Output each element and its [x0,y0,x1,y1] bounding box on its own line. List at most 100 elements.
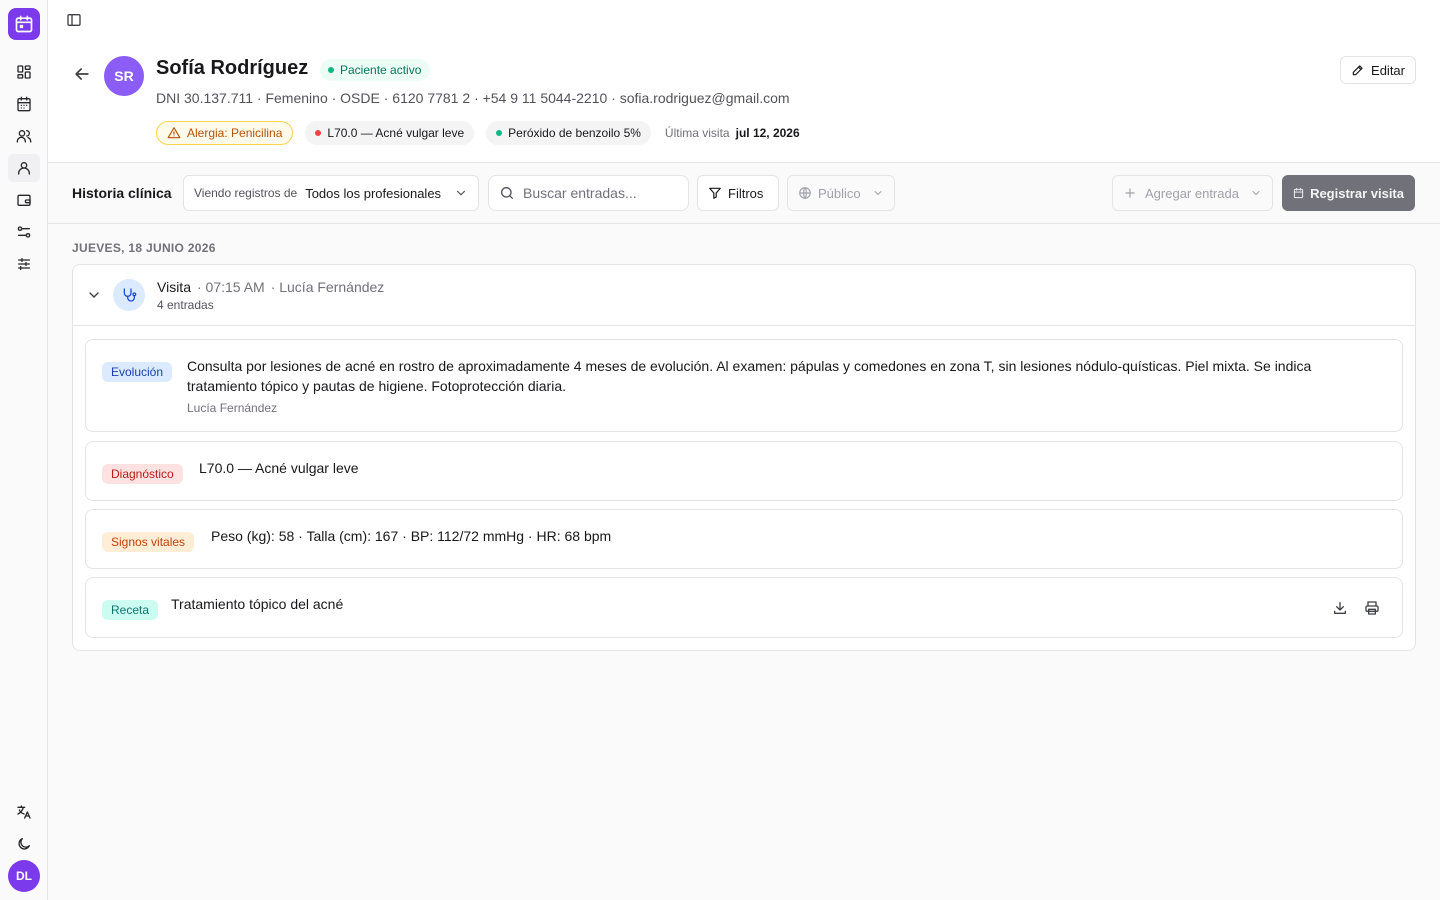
panel-left-icon [67,14,81,26]
calendar-icon [1293,187,1304,199]
sidebar: DL [0,0,48,900]
patient-header: SR Sofía Rodríguez Paciente activo DNI 3… [48,40,1440,163]
diagnosis-dot [315,130,322,136]
register-visit-label: Registrar visita [1310,185,1404,201]
nav-billing[interactable] [14,190,34,210]
dashboard-icon [17,65,31,79]
allergy-label: Alergia: Penicilina [187,126,283,140]
filter-icon [709,187,721,199]
visit-summary: Visita · 07:15 AM · Lucía Fernández [157,279,384,295]
visit-time: · 07:15 AM [196,279,265,295]
chevron-down-icon [874,191,882,196]
patient-status-badge: Paciente activo [320,59,431,81]
theme-toggle[interactable] [14,834,34,854]
nav-workflows[interactable] [14,222,34,242]
entry-signos-vitales: Signos vitales Peso (kg): 58 · Talla (cm… [85,509,1403,569]
professional-select-value: Todos los profesionales [305,185,442,201]
visit-professional: · Lucía Fernández [270,279,385,295]
entry-text: L70.0 — Acné vulgar leve [199,460,359,476]
app-logo[interactable] [8,8,40,40]
professional-select[interactable]: Viendo registros de Todos los profesiona… [183,175,479,211]
register-visit-button[interactable]: Registrar visita [1282,175,1415,211]
medication-dot [496,130,503,136]
allergy-chip: Alergia: Penicilina [156,121,294,145]
user-avatar[interactable]: DL [8,860,40,892]
users-icon [16,130,32,143]
arrow-left-icon [75,68,89,80]
last-visit-value: jul 12, 2026 [735,126,800,140]
nav-patients[interactable] [14,126,34,146]
chevron-down-icon [89,292,99,298]
entry-tag: Receta [102,600,159,620]
add-entry-label: Agregar entrada [1145,185,1239,201]
entry-evolucion: Evolución Consulta por lesiones de acné … [85,339,1403,432]
status-dot [328,67,334,73]
patient-avatar: SR [104,56,144,96]
last-visit-label: Última visita [664,126,730,140]
entry-author: Lucía Fernández [187,401,278,415]
visit-card: Visita · 07:15 AM · Lucía Fernández 4 en… [72,264,1416,651]
add-entry-button[interactable]: Agregar entrada [1112,175,1273,211]
collapse-toggle[interactable] [86,287,102,303]
patient-name: Sofía Rodríguez [156,57,309,79]
history-toolbar: Historia clínica Viendo registros de Tod… [48,163,1440,224]
download-button[interactable] [1332,600,1348,616]
workflow-icon [17,226,31,238]
medication-chip-label: Peróxido de benzoilo 5% [508,126,641,140]
diagnosis-chip: L70.0 — Acné vulgar leve [305,121,475,145]
warning-icon [167,127,181,139]
sidebar-toggle-button[interactable] [66,12,82,28]
wallet-icon [17,194,31,206]
visit-entry-count: 4 entradas [157,298,214,312]
visit-type-badge [113,279,145,311]
globe-icon [799,187,811,199]
professional-select-label: Viendo registros de [194,186,298,200]
clinical-history: Historia clínica Viendo registros de Tod… [48,163,1440,900]
edit-button[interactable]: Editar [1340,56,1416,84]
plus-icon [1125,188,1135,198]
printer-icon [1365,601,1379,615]
calendar-logo-icon [15,15,33,33]
visit-type: Visita [157,279,191,295]
search-input[interactable] [523,185,673,201]
patient-details: DNI 30.137.711 · Femenino · OSDE · 6120 … [156,90,790,106]
stethoscope-icon [123,288,137,302]
entry-tag: Evolución [102,362,173,382]
filters-label: Filtros [728,185,764,201]
medication-chip: Peróxido de benzoilo 5% [486,121,651,145]
sliders-icon [18,258,30,270]
entry-tag: Diagnóstico [102,464,183,484]
last-visit: Última visita jul 12, 2026 [665,126,800,140]
entry-text: Peso (kg): 58 · Talla (cm): 167 · BP: 11… [211,528,612,544]
nav-calendar[interactable] [14,94,34,114]
entry-text: Tratamiento tópico del acné [171,596,344,612]
entry-receta: Receta Tratamiento tópico del acné [85,577,1403,638]
nav-settings[interactable] [14,254,34,274]
entry-text: Consulta por lesiones de acné en rostro … [187,358,1312,394]
entry-tag: Signos vitales [102,532,195,552]
patient-chips: Alergia: Penicilina L70.0 — Acné vulgar … [156,121,800,145]
search-icon [501,187,513,199]
chevron-down-icon [1252,191,1260,196]
calendar-icon [17,96,31,112]
visit-header[interactable]: Visita · 07:15 AM · Lucía Fernández 4 en… [73,265,1415,326]
diagnosis-chip-label: L70.0 — Acné vulgar leve [327,126,465,140]
pencil-icon [1352,65,1363,76]
download-icon [1334,602,1346,614]
visibility-label: Público [818,185,861,201]
search-box [488,175,689,211]
timeline-date: JUEVES, 18 JUNIO 2026 [72,241,216,255]
back-button[interactable] [72,64,92,84]
nav-dashboard[interactable] [14,62,34,82]
visibility-select[interactable]: Público [787,175,895,211]
entry-diagnostico: Diagnóstico L70.0 — Acné vulgar leve [85,441,1403,501]
language-switch[interactable] [14,802,34,822]
moon-icon [18,838,30,850]
print-button[interactable] [1364,600,1380,616]
edit-label: Editar [1371,62,1405,78]
user-icon [18,162,30,175]
status-label: Paciente activo [340,63,422,77]
filters-button[interactable]: Filtros [697,175,779,211]
language-icon [17,805,31,819]
nav-patient-profile[interactable] [8,154,40,182]
